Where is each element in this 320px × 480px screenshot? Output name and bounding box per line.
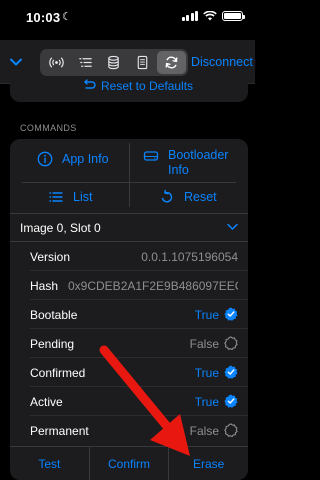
disconnect-button[interactable]: Disconnect xyxy=(191,55,253,69)
status-icons xyxy=(181,11,245,21)
property-value: 0x9CDEB2A1F2E9B486097EEC... xyxy=(68,279,238,293)
seal-outline-icon xyxy=(224,423,238,437)
segment-firmware[interactable] xyxy=(157,51,186,74)
reset-to-defaults-label: Reset to Defaults xyxy=(101,79,194,93)
property-value-text: False xyxy=(189,337,219,351)
list-button[interactable]: List xyxy=(48,181,92,213)
property-value-text: True xyxy=(194,308,219,322)
commands-vertical-divider xyxy=(129,143,130,207)
property-value-false: False xyxy=(189,336,238,351)
document-icon xyxy=(138,55,148,70)
commands-section-header: COMMANDS xyxy=(20,123,77,133)
checkmark-seal-icon xyxy=(224,365,238,379)
segment-storage[interactable] xyxy=(100,51,129,74)
property-row-active: Active True xyxy=(10,387,248,416)
antenna-icon xyxy=(49,57,64,68)
info-circle-icon xyxy=(37,151,53,167)
property-value-true: True xyxy=(194,394,238,409)
property-value-true: True xyxy=(194,307,238,322)
image-actions-bar: Test Confirm Erase xyxy=(10,446,248,480)
reset-button[interactable]: Reset xyxy=(159,181,217,213)
property-key: Bootable xyxy=(30,308,78,322)
property-key: Active xyxy=(30,395,63,409)
property-key: Confirmed xyxy=(30,366,86,380)
list-label: List xyxy=(73,190,93,204)
segment-logs[interactable] xyxy=(128,51,157,74)
database-icon xyxy=(108,55,120,70)
checkmark-seal-icon xyxy=(224,307,238,321)
property-value-text: True xyxy=(194,366,219,380)
list-icon xyxy=(49,192,63,202)
confirm-button[interactable]: Confirm xyxy=(88,447,169,480)
reset-to-defaults-button[interactable]: Reset to Defaults xyxy=(10,76,248,102)
list-icon xyxy=(78,58,92,67)
power-reset-icon xyxy=(161,189,173,203)
status-bar: 10:03 ☾ xyxy=(0,0,255,36)
segment-list[interactable] xyxy=(71,51,100,74)
reset-label: Reset xyxy=(184,190,217,204)
moon-icon: ☾ xyxy=(62,11,72,23)
property-row-confirmed: Confirmed True xyxy=(10,358,248,387)
property-value-text: False xyxy=(189,424,219,438)
erase-button[interactable]: Erase xyxy=(168,447,248,480)
checkmark-seal-icon xyxy=(224,394,238,408)
cellular-signal-icon xyxy=(181,11,198,21)
view-segmented-control[interactable] xyxy=(40,49,188,76)
drive-icon xyxy=(143,151,159,161)
app-info-button[interactable]: App Info xyxy=(37,143,109,175)
property-key: Hash xyxy=(30,279,59,293)
sync-icon xyxy=(165,56,178,69)
property-key: Version xyxy=(30,250,71,264)
bootloader-info-label-line2: Info xyxy=(168,163,189,177)
property-key: Permanent xyxy=(30,424,89,438)
property-value-true: True xyxy=(194,365,238,380)
battery-icon xyxy=(222,11,245,21)
status-time: 10:03 xyxy=(26,10,61,25)
property-row-hash: Hash 0x9CDEB2A1F2E9B486097EEC... xyxy=(10,271,248,300)
property-row-version: Version 0.0.1.1075196054 xyxy=(10,242,248,271)
property-value: 0.0.1.1075196054 xyxy=(141,250,238,264)
seal-outline-icon xyxy=(224,336,238,350)
bootloader-info-button[interactable]: Bootloader Info xyxy=(143,144,228,182)
chevron-down-icon xyxy=(227,223,238,230)
undo-icon xyxy=(84,79,96,89)
image-title: Image 0, Slot 0 xyxy=(20,221,101,235)
commands-card: App Info Bootloader Info List Reset Imag… xyxy=(10,139,248,480)
bootloader-info-label-line1: Bootloader xyxy=(168,148,229,162)
property-row-bootable: Bootable True xyxy=(10,300,248,329)
test-button[interactable]: Test xyxy=(10,447,89,480)
segment-antenna[interactable] xyxy=(42,51,71,74)
property-row-pending: Pending False xyxy=(10,329,248,358)
wifi-icon xyxy=(203,11,217,21)
property-row-permanent: Permanent False xyxy=(10,416,248,445)
app-info-label: App Info xyxy=(62,152,109,166)
property-value-text: True xyxy=(194,395,219,409)
chevron-down-icon[interactable] xyxy=(8,54,24,70)
property-key: Pending xyxy=(30,337,75,351)
property-value-false: False xyxy=(189,423,238,438)
image-section-header[interactable]: Image 0, Slot 0 xyxy=(10,213,248,241)
